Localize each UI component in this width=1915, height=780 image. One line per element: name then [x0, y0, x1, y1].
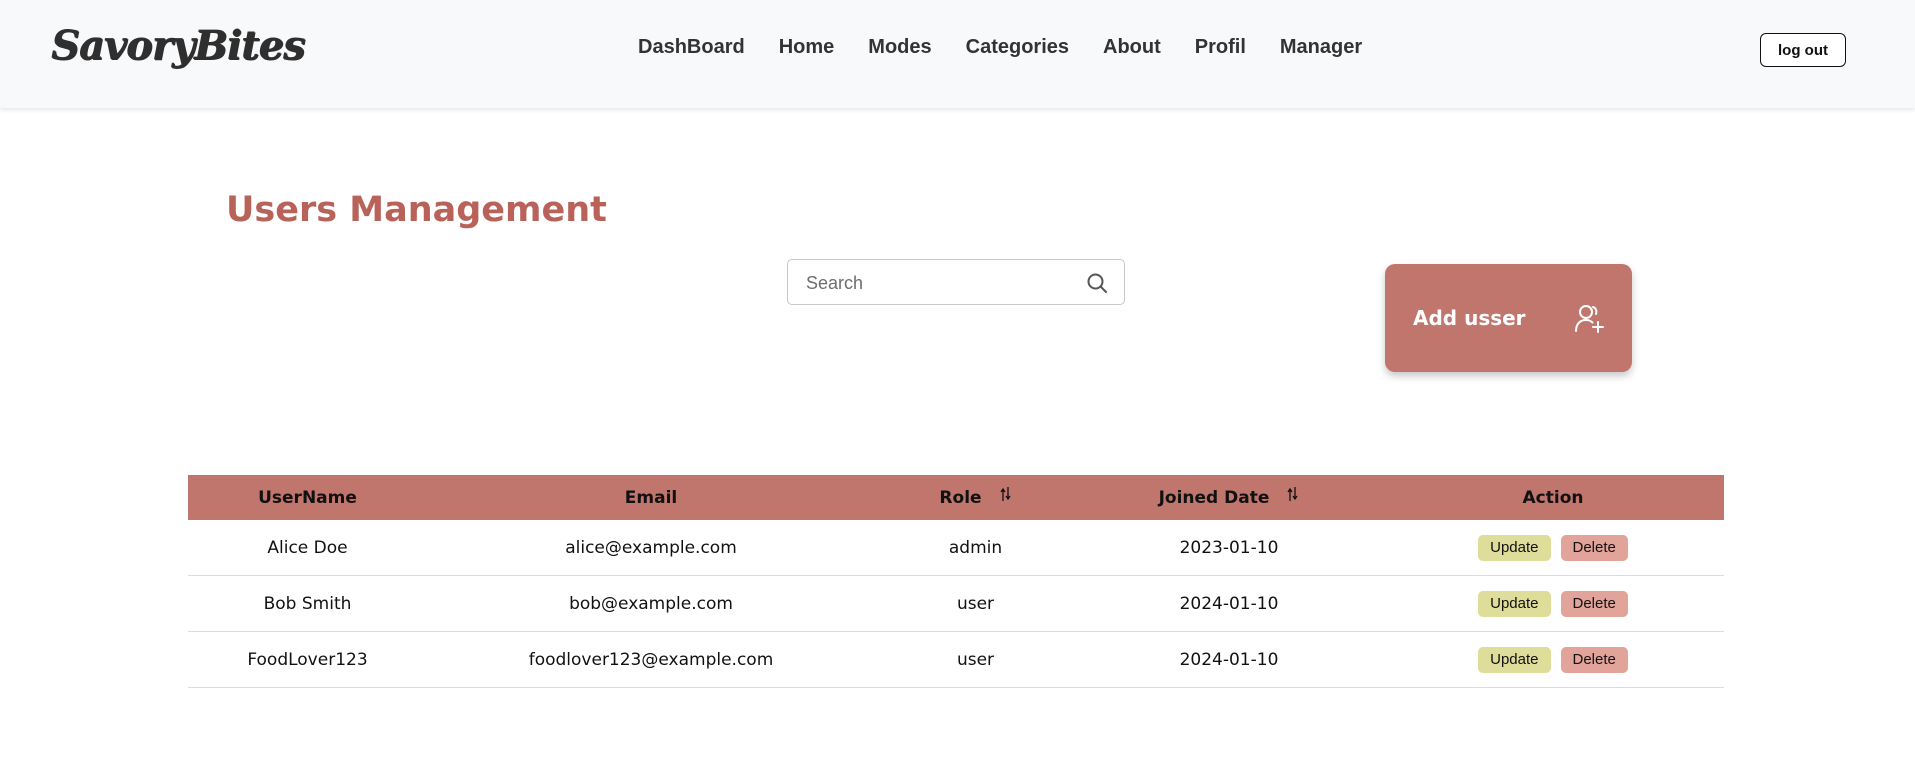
table-row: Bob Smith bob@example.com user 2024-01-1…	[188, 575, 1724, 632]
delete-button[interactable]: Delete	[1560, 590, 1628, 617]
search-icon[interactable]	[1086, 272, 1108, 294]
update-button[interactable]: Update	[1478, 590, 1551, 617]
cell-email: bob@example.com	[427, 575, 875, 632]
users-table: UserName Email Role Joined Date Action A…	[188, 475, 1724, 688]
delete-button[interactable]: Delete	[1560, 646, 1628, 673]
column-header-role[interactable]: Role	[875, 475, 1076, 520]
nav-link-about[interactable]: About	[1103, 36, 1161, 59]
cell-joined-date: 2024-01-10	[1076, 575, 1382, 632]
user-plus-icon	[1573, 302, 1605, 334]
column-header-username: UserName	[188, 475, 427, 520]
sort-icon[interactable]	[1000, 486, 1012, 502]
cell-role: admin	[875, 520, 1076, 576]
cell-username: Alice Doe	[188, 520, 427, 576]
navbar: SavoryBites DashBoard Home Modes Categor…	[0, 0, 1915, 108]
cell-username: FoodLover123	[188, 631, 427, 688]
update-button[interactable]: Update	[1478, 534, 1551, 561]
nav-link-categories[interactable]: Categories	[966, 36, 1069, 59]
cell-role: user	[875, 631, 1076, 688]
cell-joined-date: 2023-01-10	[1076, 520, 1382, 576]
search-input[interactable]	[804, 270, 1078, 296]
update-button[interactable]: Update	[1478, 646, 1551, 673]
nav-link-manager[interactable]: Manager	[1280, 36, 1362, 59]
page-title: Users Management	[226, 190, 607, 230]
cell-username: Bob Smith	[188, 575, 427, 632]
nav-link-modes[interactable]: Modes	[868, 36, 931, 59]
logout-button[interactable]: log out	[1760, 33, 1846, 67]
sort-icon[interactable]	[1287, 486, 1299, 502]
cell-email: foodlover123@example.com	[427, 631, 875, 688]
add-user-button[interactable]: Add usser	[1385, 264, 1632, 372]
column-header-joined-date[interactable]: Joined Date	[1076, 475, 1382, 520]
cell-joined-date: 2024-01-10	[1076, 631, 1382, 688]
column-header-email: Email	[427, 475, 875, 520]
delete-button[interactable]: Delete	[1560, 534, 1628, 561]
cell-email: alice@example.com	[427, 520, 875, 576]
nav-link-dashboard[interactable]: DashBoard	[638, 36, 745, 59]
nav-link-home[interactable]: Home	[779, 36, 835, 59]
column-header-action: Action	[1382, 475, 1724, 520]
search-box	[787, 259, 1125, 305]
main-nav: DashBoard Home Modes Categories About Pr…	[638, 36, 1362, 59]
table-row: Alice Doe alice@example.com admin 2023-0…	[188, 520, 1724, 576]
cell-action: Update Delete	[1382, 631, 1724, 688]
cell-action: Update Delete	[1382, 575, 1724, 632]
table-header-row: UserName Email Role Joined Date Action	[188, 475, 1724, 520]
cell-action: Update Delete	[1382, 520, 1724, 576]
nav-link-profil[interactable]: Profil	[1195, 36, 1246, 59]
add-user-label: Add usser	[1413, 306, 1526, 330]
table-row: FoodLover123 foodlover123@example.com us…	[188, 631, 1724, 688]
brand-logo[interactable]: SavoryBites	[51, 22, 305, 69]
cell-role: user	[875, 575, 1076, 632]
